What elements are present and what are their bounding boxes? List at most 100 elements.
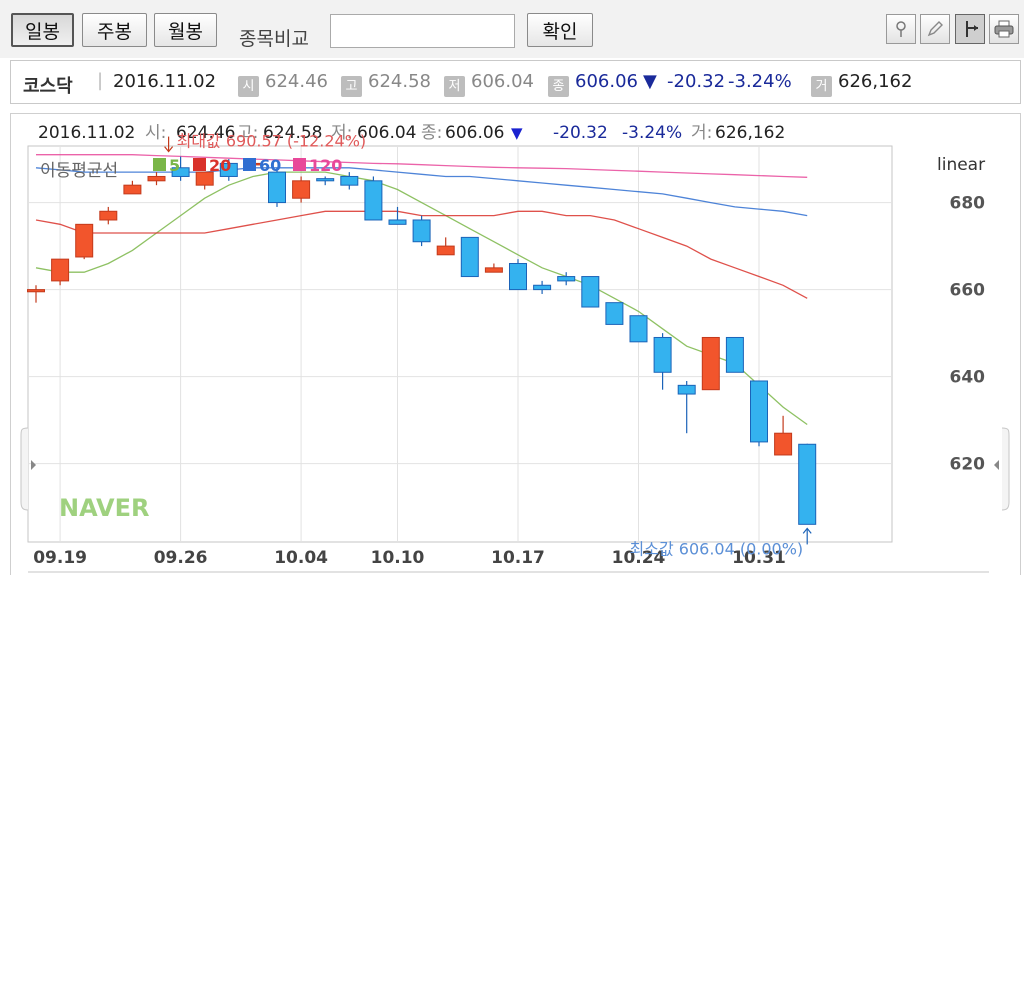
quote-date: 2016.11.02 xyxy=(113,71,217,92)
quote-summary-bar: 코스닥 | 2016.11.02 시 624.46 고 624.58 저 606.04… xyxy=(10,60,1021,104)
open-badge: 시 xyxy=(238,76,259,97)
close-value: 606.06 xyxy=(575,71,638,92)
x-tick-label: 09.26 xyxy=(154,548,208,568)
candle-body xyxy=(75,223,94,258)
legend-swatch-120 xyxy=(293,158,306,171)
x-tick-label: 10.17 xyxy=(491,548,545,568)
candle-body xyxy=(364,180,383,221)
compare-input[interactable] xyxy=(330,14,515,48)
y-tick-label: 660 xyxy=(950,281,986,301)
open-value-group: 시 624.46 xyxy=(238,71,328,97)
y-tick-label: 620 xyxy=(950,455,986,475)
change-down-icon: ▼ xyxy=(643,71,657,92)
header-close-value: 606.06 xyxy=(445,123,504,143)
header-change-percent: -3.24% xyxy=(622,123,682,143)
candle-body xyxy=(268,171,286,204)
pen-icon[interactable] xyxy=(920,14,950,44)
pin-icon[interactable] xyxy=(886,14,916,44)
weekly-button[interactable]: 주봉 xyxy=(82,13,147,47)
y-tick-label: 680 xyxy=(950,194,986,214)
candle-body xyxy=(51,258,70,282)
max-annotation: 최대값 690.57 (-12.24%) xyxy=(177,132,367,151)
high-value-group: 고 624.58 xyxy=(341,71,431,97)
candle-body xyxy=(701,336,720,391)
left-scroll-handle[interactable] xyxy=(20,427,29,511)
right-scroll-handle[interactable] xyxy=(1001,427,1010,511)
candle-body xyxy=(629,315,648,343)
legend-label-60: 60 xyxy=(259,156,281,175)
legend-swatch-20 xyxy=(193,158,206,171)
y-tick-label: 640 xyxy=(950,368,986,388)
volume-value: 626,162 xyxy=(838,71,913,92)
candle-body xyxy=(581,276,600,308)
right-arrow-icon xyxy=(994,460,999,470)
candle-body xyxy=(292,180,311,199)
volume-value-group: 거 626,162 xyxy=(811,71,912,97)
market-name: 코스닥 xyxy=(23,76,73,97)
change-percent: -3.24% xyxy=(728,71,792,92)
close-badge: 종 xyxy=(548,76,569,97)
candle-body xyxy=(436,245,455,256)
candle-body xyxy=(316,178,335,182)
candle-body xyxy=(388,219,407,225)
candle-body xyxy=(750,380,768,443)
volume-badge: 거 xyxy=(811,76,832,97)
daily-button[interactable]: 일봉 xyxy=(11,13,74,47)
candle-body xyxy=(123,184,142,195)
header-volume-label: 거: xyxy=(691,123,712,143)
printer-icon[interactable] xyxy=(989,14,1019,44)
high-value: 624.58 xyxy=(368,71,431,92)
legend-swatch-5 xyxy=(153,158,166,171)
candle-body xyxy=(653,336,672,373)
x-tick-label: 10.04 xyxy=(274,548,328,568)
candle-body xyxy=(412,219,431,243)
candle-body xyxy=(340,175,359,186)
separator: | xyxy=(97,70,104,91)
low-value-group: 저 606.04 xyxy=(444,71,534,97)
candle-body xyxy=(725,336,744,373)
high-badge: 고 xyxy=(341,76,362,97)
chart-toolbar: 일봉 주봉 월봉 종목비교 확인 xyxy=(0,0,1024,58)
candle-body xyxy=(460,236,479,278)
low-value: 606.04 xyxy=(471,71,534,92)
candle-body xyxy=(533,284,552,291)
candle-body xyxy=(605,302,624,325)
candle-body xyxy=(147,175,166,182)
candle-body xyxy=(798,443,817,525)
header-date: 2016.11.02 xyxy=(38,123,135,143)
compare-label: 종목비교 xyxy=(239,28,309,50)
header-volume-value: 626,162 xyxy=(715,123,785,143)
header-change-value: -20.32 xyxy=(553,123,608,143)
candle-body xyxy=(677,384,696,395)
low-badge: 저 xyxy=(444,76,465,97)
header-down-arrow-icon: ▼ xyxy=(511,124,523,142)
legend-label-120: 120 xyxy=(309,156,342,175)
candle-body xyxy=(484,267,503,273)
legend-label-20: 20 xyxy=(209,156,231,175)
x-tick-label: 09.19 xyxy=(33,548,87,568)
candle-body xyxy=(99,210,118,221)
candle-body xyxy=(27,289,45,293)
crosshair-icon[interactable] xyxy=(955,14,985,44)
header-open-label: 시: xyxy=(145,123,166,143)
chart-panel: 2016.11.02 시: 624.46 고: 624.58 저: 606.04… xyxy=(10,113,1021,575)
min-annotation: 최소값 606.04 (0.00%) xyxy=(630,539,804,558)
candle-body xyxy=(509,262,527,291)
scale-type-label[interactable]: linear xyxy=(937,155,985,175)
candle-body xyxy=(557,276,576,282)
x-tick-label: 10.10 xyxy=(371,548,425,568)
y-axis: 620 640 660 680 xyxy=(950,194,986,475)
header-close-label: 종: xyxy=(421,123,442,143)
naver-watermark: NAVER xyxy=(59,494,149,522)
confirm-button[interactable]: 확인 xyxy=(527,13,593,47)
change-value: -20.32 xyxy=(667,71,726,92)
open-value: 624.46 xyxy=(265,71,328,92)
legend-title: 이동평균선 xyxy=(40,161,118,181)
close-value-group: 종 606.06 xyxy=(548,71,638,97)
candle-body xyxy=(774,432,793,456)
monthly-button[interactable]: 월봉 xyxy=(154,13,217,47)
legend-label-5: 5 xyxy=(169,156,180,175)
candlestick-chart[interactable]: 2016.11.02 시: 624.46 고: 624.58 저: 606.04… xyxy=(11,114,1020,576)
legend-swatch-60 xyxy=(243,158,256,171)
plot-frame xyxy=(27,145,893,543)
